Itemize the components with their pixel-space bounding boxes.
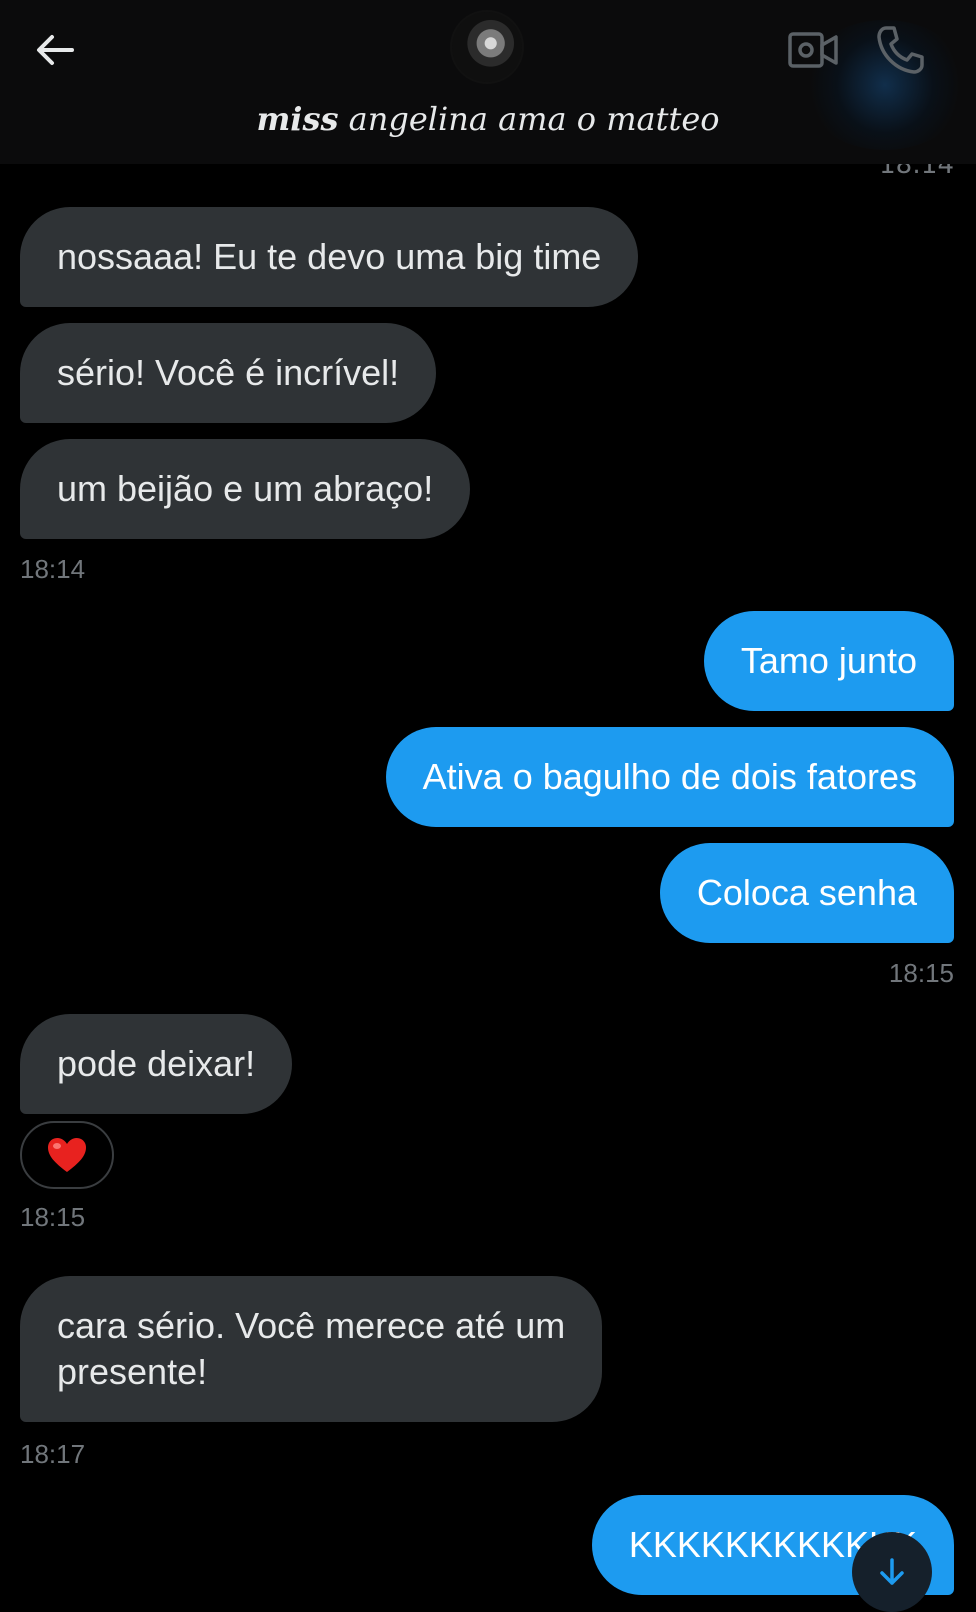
video-camera-icon[interactable]	[786, 24, 842, 76]
message-bubble-sent[interactable]: Coloca senha	[659, 843, 954, 943]
conversation-title[interactable]: miss angelina ama o matteo	[0, 100, 976, 138]
message-bubble-sent[interactable]: Tamo junto	[703, 611, 954, 711]
arrow-down-icon	[880, 1558, 904, 1585]
message-bubble-received[interactable]: um beijão e um abraço!	[20, 439, 471, 539]
heart-icon	[48, 1138, 86, 1172]
chat-header: miss angelina ama o matteo	[0, 0, 976, 164]
arrow-left-icon[interactable]	[30, 26, 80, 76]
timestamp: 18:15	[20, 1202, 86, 1232]
reaction-badge[interactable]	[20, 1121, 114, 1189]
timestamp: 18:17	[20, 1439, 86, 1469]
message-bubble-received[interactable]: nossaaa! Eu te devo uma big time	[20, 207, 639, 307]
message-bubble-received[interactable]: sério! Você é incrível!	[20, 323, 437, 423]
phone-icon[interactable]	[872, 22, 928, 78]
timestamp: 18:14	[20, 554, 86, 584]
scroll-to-bottom-button[interactable]	[852, 1532, 932, 1612]
message-bubble-sent[interactable]: Ativa o bagulho de dois fatores	[385, 727, 954, 827]
message-bubble-received[interactable]: cara sério. Você merece até um presente!	[20, 1276, 603, 1422]
message-bubble-received[interactable]: pode deixar!	[20, 1014, 293, 1114]
timestamp: 18:15	[888, 958, 954, 988]
title-bold: miss	[256, 100, 339, 138]
avatar[interactable]	[450, 10, 524, 84]
message-line: cara sério. Você merece até um	[57, 1305, 566, 1346]
message-line: presente!	[57, 1351, 208, 1392]
title-rest: angelina ama o matteo	[338, 100, 720, 138]
